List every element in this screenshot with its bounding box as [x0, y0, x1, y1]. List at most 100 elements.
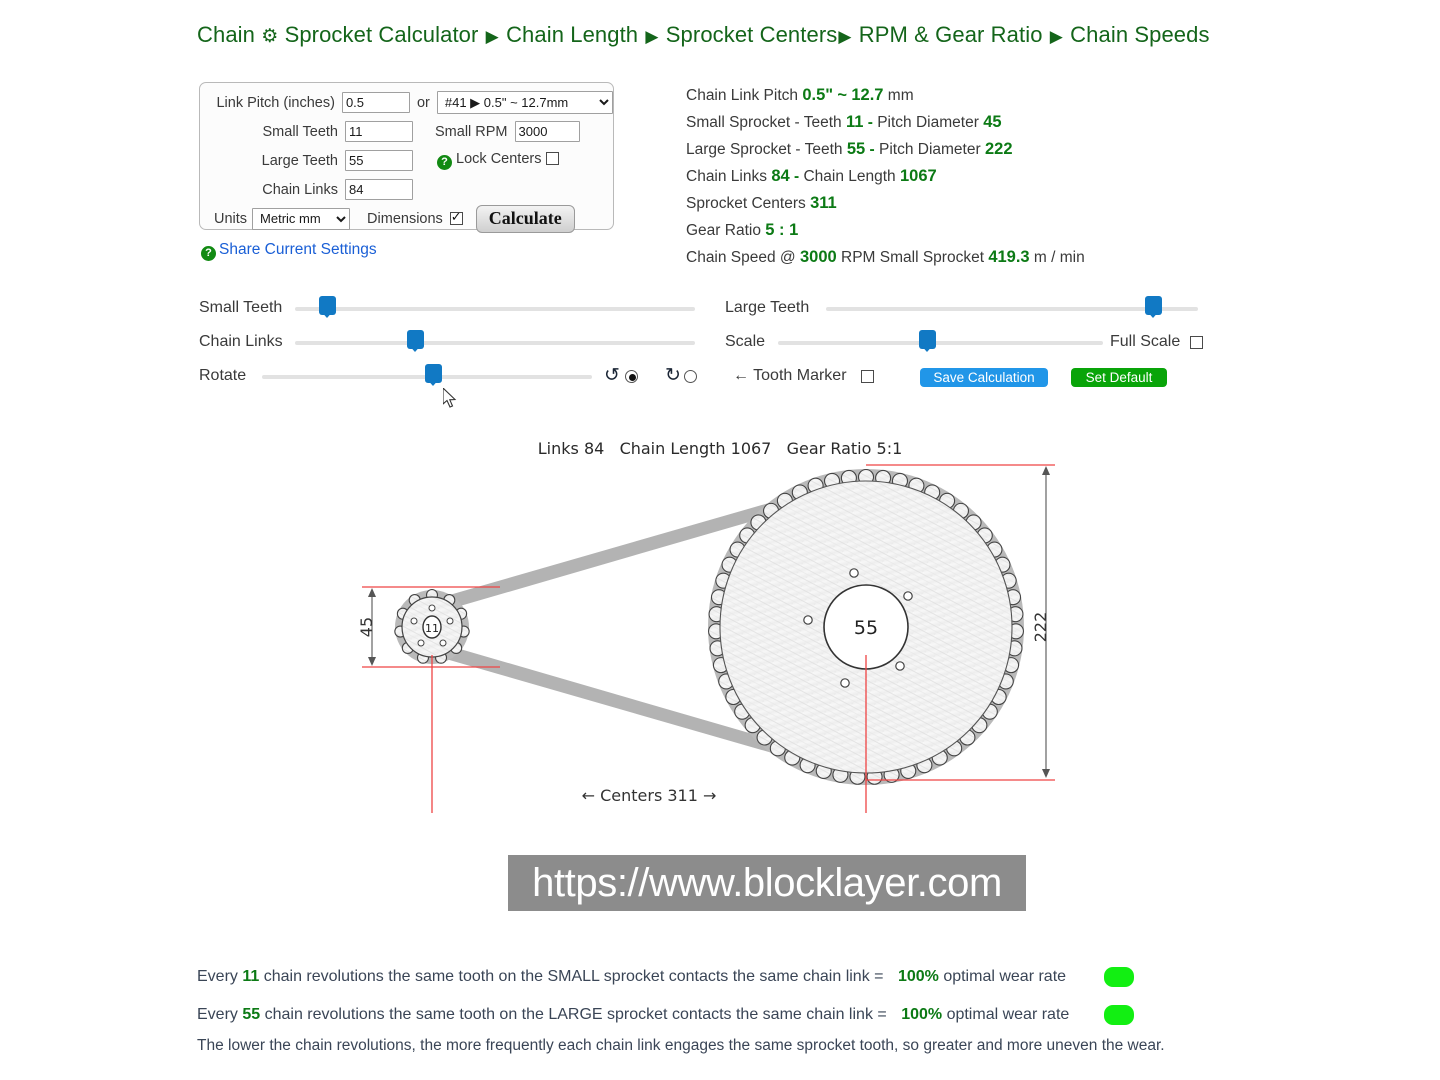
pitch-unit: mm — [887, 87, 914, 104]
dimensions-checkbox[interactable] — [449, 209, 463, 225]
small-teeth-input[interactable] — [345, 121, 413, 142]
link-pitch-label: Link Pitch (inches) — [216, 94, 335, 111]
rotate-ccw-icon[interactable]: ↺ — [604, 364, 620, 387]
link-chain-speeds[interactable]: Chain Speeds — [1070, 22, 1209, 47]
lock-centers-checkbox[interactable] — [545, 152, 559, 165]
slider-label-rotate: Rotate — [199, 367, 247, 384]
chain-size-select[interactable]: #41 ▶ 0.5" ~ 12.7mm — [436, 91, 613, 114]
tooth-marker-label: ← Tooth Marker — [733, 367, 847, 384]
link-pitch-input[interactable] — [341, 92, 410, 113]
small-teeth-label: Small Teeth — [262, 123, 339, 140]
large-teeth-value: 55 — [846, 140, 866, 158]
input-panel: Link Pitch (inches) or #41 ▶ 0.5" ~ 12.7… — [199, 82, 614, 233]
centers-dim: ← Centers 311 → — [582, 786, 717, 805]
rotate-cw-radio[interactable] — [684, 370, 697, 383]
speed-rpm: 3000 — [799, 248, 837, 266]
chain-links-input[interactable] — [345, 179, 413, 200]
small-rpm-input[interactable] — [514, 121, 580, 142]
units-select[interactable]: Metric mm — [252, 207, 351, 230]
f2-num: 55 — [242, 1006, 261, 1023]
centers-label: Sprocket Centers — [686, 195, 806, 212]
slider-thumb-large-teeth[interactable] — [1144, 296, 1162, 318]
calculate-button[interactable]: Calculate — [475, 204, 575, 233]
gear-ratio-label: Gear Ratio — [686, 222, 761, 239]
chevron-right-icon-1: ▶ — [485, 27, 499, 46]
tooth-marker-checkbox[interactable] — [861, 370, 874, 383]
speed-mid: RPM Small Sprocket — [841, 249, 984, 266]
chevron-right-icon-2: ▶ — [645, 27, 659, 46]
full-scale-label: Full Scale — [1110, 333, 1181, 350]
large-prefix: Large Sprocket - Teeth — [686, 141, 843, 158]
f2-a: Every — [197, 1006, 238, 1023]
slider-track-large-teeth[interactable] — [826, 307, 1198, 311]
f2-b: chain revolutions the same tooth on the … — [264, 1006, 887, 1023]
save-calculation-button[interactable]: Save Calculation — [920, 368, 1048, 387]
f2-pct: 100% — [901, 1006, 943, 1023]
slider-track-scale[interactable] — [778, 341, 1103, 345]
footer-note: The lower the chain revolutions, the mor… — [197, 1037, 1165, 1054]
slider-label-chain-links: Chain Links — [199, 333, 283, 350]
slider-track-chain-links[interactable] — [295, 341, 695, 345]
large-pd-label: Pitch Diameter — [879, 141, 981, 158]
result-sprocket-centers: Sprocket Centers 311 — [686, 190, 1246, 217]
watermark-url: https://www.blocklayer.com — [508, 855, 1026, 911]
mouse-cursor-icon — [443, 388, 457, 408]
share-current-settings-link[interactable]: ? Share Current Settings — [201, 241, 377, 261]
results-panel: Chain Link Pitch 0.5" ~ 12.7 mm Small Sp… — [686, 82, 1246, 271]
dimensions-label: Dimensions — [367, 210, 443, 227]
small-prefix: Small Sprocket - Teeth — [686, 114, 842, 131]
link-sprocket-centers[interactable]: Sprocket Centers — [666, 22, 838, 47]
slider-label-large-teeth: Large Teeth — [725, 299, 810, 316]
lock-centers-label: Lock Centers — [456, 151, 542, 167]
result-chain-links: Chain Links 84 - Chain Length 1067 — [686, 163, 1246, 190]
slider-track-small-teeth[interactable] — [295, 307, 695, 311]
small-rpm-label: Small RPM — [435, 123, 508, 140]
title-chain: Chain — [197, 22, 255, 47]
small-diameter-dim: 45 — [357, 617, 376, 637]
footer-line-large: Every 55 chain revolutions the same toot… — [197, 1006, 1069, 1024]
link-rpm-gear-ratio[interactable]: RPM & Gear Ratio — [859, 22, 1043, 47]
result-small-sprocket: Small Sprocket - Teeth 11 - Pitch Diamet… — [686, 109, 1246, 136]
full-scale-checkbox[interactable] — [1190, 336, 1203, 349]
chevron-right-icon-4: ▶ — [1049, 27, 1063, 46]
rotate-cw-icon[interactable]: ↻ — [665, 364, 681, 387]
large-pd-value: 222 — [984, 140, 1013, 158]
links-label: Chain Links — [686, 168, 767, 185]
units-label: Units — [214, 210, 248, 227]
large-diameter-dim: 222 — [1031, 612, 1050, 643]
links-value: 84 — [771, 167, 790, 185]
large-teeth-input[interactable] — [345, 150, 413, 171]
chain-links-label: Chain Links — [262, 181, 338, 198]
slider-thumb-scale[interactable] — [919, 330, 936, 352]
slider-label-small-teeth: Small Teeth — [199, 299, 283, 316]
set-default-button[interactable]: Set Default — [1071, 368, 1167, 387]
slider-label-scale: Scale — [725, 333, 766, 350]
small-pd-value: 45 — [983, 113, 1002, 131]
row-small-teeth: Small Teeth Small RPM — [200, 117, 613, 146]
chevron-right-icon-3: ▶ — [838, 27, 852, 46]
slider-thumb-small-teeth[interactable] — [318, 296, 336, 318]
f1-b: chain revolutions the same tooth on the … — [263, 968, 884, 985]
slider-thumb-rotate[interactable] — [425, 364, 443, 386]
pitch-prefix: Chain Link Pitch — [686, 87, 799, 104]
page-title: Chain ⚙ Sprocket Calculator ▶ Chain Leng… — [197, 22, 1210, 48]
small-hub-text: 11 — [425, 622, 439, 635]
wear-indicator-small — [1104, 967, 1134, 987]
result-large-sprocket: Large Sprocket - Teeth 55 - Pitch Diamet… — [686, 136, 1246, 163]
pitch-inches: 0.5" — [802, 86, 834, 104]
title-sprocket-calculator: Sprocket Calculator — [284, 22, 479, 47]
page-root: Chain ⚙ Sprocket Calculator ▶ Chain Leng… — [0, 0, 1440, 1080]
dash-3: - — [793, 168, 800, 185]
result-chain-speed: Chain Speed @ 3000 RPM Small Sprocket 41… — [686, 244, 1246, 271]
sprocket-diagram: 55 11 45 222 ← Centers 311 → — [357, 464, 1055, 813]
slider-thumb-chain-links[interactable] — [406, 330, 424, 352]
f1-pct: 100% — [897, 968, 939, 985]
small-teeth-value: 11 — [845, 113, 864, 131]
link-chain-length[interactable]: Chain Length — [506, 22, 638, 47]
wear-indicator-large — [1104, 1005, 1134, 1025]
rotate-ccw-radio[interactable] — [625, 370, 638, 383]
tilde: ~ — [837, 86, 848, 104]
dash-1: - — [867, 114, 873, 131]
help-icon-lock-centers[interactable]: ? — [437, 155, 452, 170]
help-icon-share[interactable]: ? — [201, 246, 216, 261]
